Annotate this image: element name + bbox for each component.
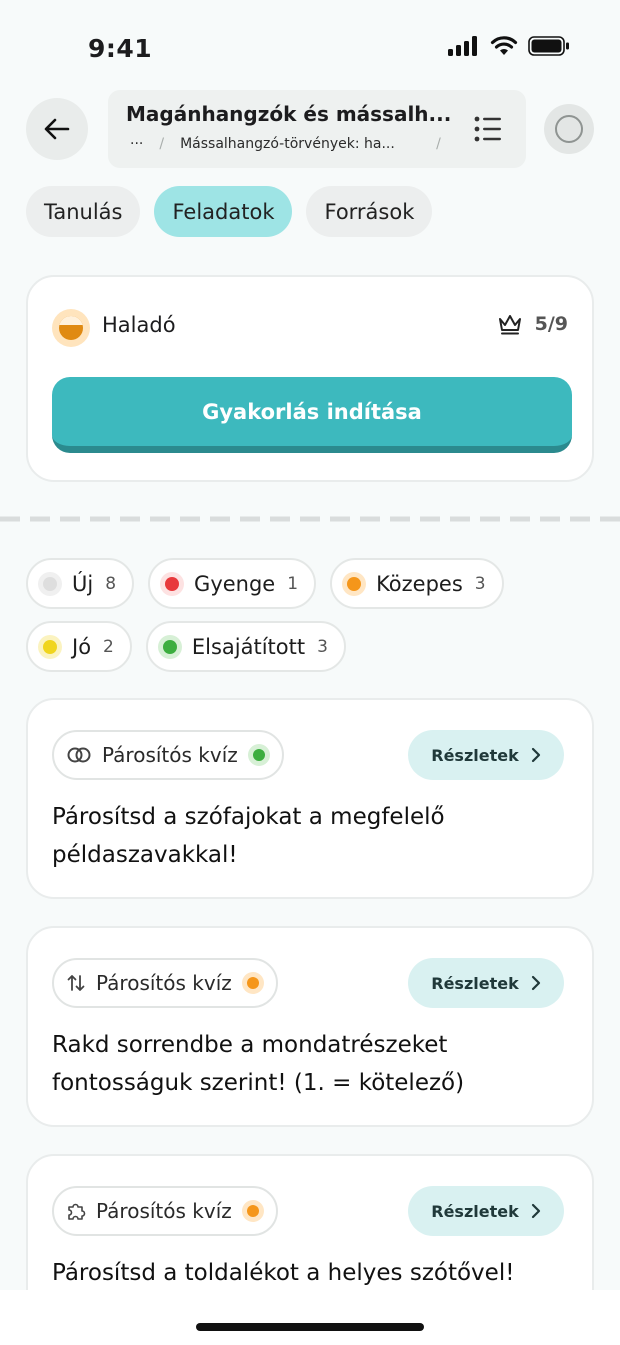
filter-chip-elsajatitott[interactable]: Elsajátított 3 — [145, 621, 346, 672]
status-dot-icon — [241, 1200, 264, 1222]
filter-count: 3 — [317, 636, 328, 657]
level-card: Haladó 5/9 Gyakorlás indítása — [26, 275, 594, 482]
sort-arrows-icon — [67, 975, 85, 991]
lesson-title-box[interactable]: Magánhangzók és mássalh... ··· / Mássalh… — [108, 90, 526, 168]
battery-icon — [528, 36, 569, 56]
status-dot-icon — [160, 571, 185, 596]
score-value: 5/9 — [534, 313, 568, 335]
task-type-label: Párosítós kvíz — [96, 1199, 232, 1223]
puzzle-icon — [68, 1203, 86, 1220]
task-type-label: Párosítós kvíz — [96, 971, 232, 995]
filter-count: 8 — [105, 573, 117, 594]
lesson-title: Magánhangzók és mássalh... — [126, 102, 452, 126]
status-dot-icon — [241, 972, 264, 994]
task-card[interactable]: Párosítós kvíz Részletek Rakd sorrendbe … — [26, 926, 594, 1127]
details-label: Részletek — [431, 745, 519, 765]
breadcrumb-current[interactable]: Mássalhangzó-törvények: ha... — [180, 136, 420, 152]
filter-label: Gyenge — [194, 571, 276, 596]
wifi-icon — [490, 36, 518, 55]
status-dot-icon — [342, 571, 367, 596]
breadcrumb-separator: / — [159, 136, 165, 152]
score-display: 5/9 — [497, 313, 568, 335]
dashed-divider — [0, 516, 620, 522]
tab-bar: Tanulás Feladatok Források — [26, 186, 433, 237]
filter-label: Jó — [72, 634, 92, 659]
breadcrumb: ··· / Mássalhangzó-törvények: ha... / — [130, 136, 441, 152]
task-type-label: Párosítós kvíz — [102, 743, 238, 767]
mastery-filters: Új 8 Gyenge 1 Közepes 3 Jó 2 Elsajátítot… — [26, 558, 606, 684]
breadcrumb-separator: / — [436, 136, 441, 152]
status-time: 9:41 — [88, 34, 153, 63]
task-prompt: Párosítsd a szófajokat a megfelelő példa… — [52, 804, 445, 868]
tab-forrasok[interactable]: Források — [306, 186, 433, 237]
filter-label: Elsajátított — [191, 634, 306, 659]
filter-label: Új — [72, 571, 94, 596]
task-prompt: Rakd sorrendbe a mondatrészeket fontossá… — [52, 1032, 465, 1096]
home-indicator-area — [0, 1290, 620, 1345]
status-bar: 9:41 — [0, 0, 620, 90]
details-button[interactable]: Részletek — [408, 958, 564, 1008]
level-badge-icon — [52, 309, 90, 347]
filter-count: 3 — [474, 573, 486, 594]
details-button[interactable]: Részletek — [408, 1186, 564, 1236]
level-label: Haladó — [102, 313, 176, 337]
task-type-pill: Párosítós kvíz — [52, 1186, 278, 1236]
match-rings-icon — [67, 747, 91, 763]
list-icon[interactable] — [474, 116, 502, 142]
task-type-pill: Párosítós kvíz — [52, 730, 284, 780]
status-dot-icon — [38, 571, 62, 596]
tab-feladatok[interactable]: Feladatok — [154, 186, 293, 237]
filter-count: 2 — [103, 636, 114, 657]
filter-chip-uj[interactable]: Új 8 — [26, 558, 135, 609]
details-label: Részletek — [431, 973, 519, 993]
details-button[interactable]: Részletek — [408, 730, 564, 780]
task-prompt: Párosítsd a toldalékot a helyes szótővel… — [52, 1260, 515, 1286]
status-icons — [448, 36, 570, 56]
chevron-right-icon — [531, 747, 540, 763]
details-label: Részletek — [431, 1201, 519, 1221]
filter-chip-gyenge[interactable]: Gyenge 1 — [148, 558, 317, 609]
filter-chip-jo[interactable]: Jó 2 — [26, 621, 132, 672]
task-card[interactable]: Párosítós kvíz Részletek Párosítsd a szó… — [26, 698, 594, 899]
profile-button[interactable] — [544, 104, 594, 154]
arrow-left-icon — [44, 118, 70, 140]
crown-icon — [498, 315, 521, 335]
task-type-pill: Párosítós kvíz — [52, 958, 278, 1008]
chevron-right-icon — [531, 1203, 540, 1219]
back-button[interactable] — [26, 98, 88, 160]
home-indicator[interactable] — [196, 1323, 424, 1331]
filter-count: 1 — [287, 573, 299, 594]
circle-icon — [555, 115, 583, 143]
status-dot-icon — [247, 744, 270, 766]
breadcrumb-ellipsis[interactable]: ··· — [130, 136, 143, 152]
filter-label: Közepes — [376, 571, 463, 596]
start-practice-button[interactable]: Gyakorlás indítása — [52, 377, 572, 453]
tab-tanulas[interactable]: Tanulás — [26, 186, 141, 237]
status-dot-icon — [38, 634, 62, 659]
status-dot-icon — [157, 634, 182, 659]
signal-icon — [448, 36, 477, 56]
filter-chip-kozepes[interactable]: Közepes 3 — [330, 558, 504, 609]
chevron-right-icon — [531, 975, 540, 991]
